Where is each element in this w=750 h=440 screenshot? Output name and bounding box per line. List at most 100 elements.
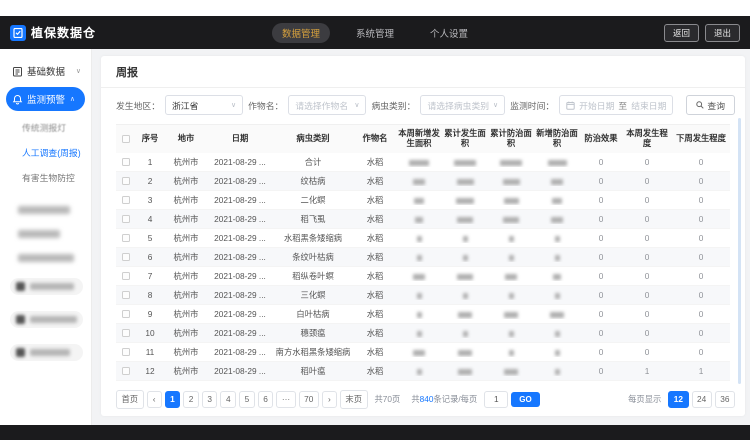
sidebar-subitem[interactable]: 有害生物防控 [0,165,91,190]
cell-date: 2021-08-29 ... [208,366,272,376]
cell-area-redacted [442,328,488,338]
row-checkbox[interactable] [122,348,130,356]
row-checkbox[interactable] [122,158,130,166]
cell-area-redacted [442,271,488,281]
sidebar-redacted-items [0,206,91,262]
page-button-5[interactable]: 5 [239,391,255,408]
page-button-3[interactable]: 3 [202,391,218,408]
page-size-12[interactable]: 12 [668,391,688,408]
nav-item-个人设置[interactable]: 个人设置 [420,23,478,43]
table-row: 2杭州市2021-08-29 ...纹枯病水稻000 [116,172,730,191]
calendar-icon [566,101,575,110]
redacted-number [551,217,563,223]
main-nav: 数据管理系统管理个人设置 [272,23,478,43]
sidebar-group-monitor-warning[interactable]: 监测预警 ∧ [6,87,85,111]
sidebar-redacted-item[interactable] [18,254,74,262]
page-button-2[interactable]: 2 [183,391,199,408]
search-icon [696,101,704,109]
back-button[interactable]: 返回 [664,24,699,42]
page-size-24[interactable]: 24 [692,391,712,408]
row-checkbox[interactable] [122,272,130,280]
sidebar-redacted-icon-item[interactable] [10,344,83,361]
page-button-6[interactable]: 6 [258,391,274,408]
page-button-···[interactable]: ··· [276,391,295,408]
cell-date: 2021-08-29 ... [208,252,272,262]
nav-item-系统管理[interactable]: 系统管理 [346,23,404,43]
go-button[interactable]: GO [511,392,539,407]
nav-item-数据管理[interactable]: 数据管理 [272,23,330,43]
row-checkbox[interactable] [122,215,130,223]
next-page-button[interactable]: › [322,391,337,408]
first-page-button[interactable]: 首页 [116,390,144,409]
row-checkbox[interactable] [122,310,130,318]
select-all-checkbox[interactable] [122,135,130,143]
redacted-number [417,312,422,318]
pagination-bar: 首页 ‹ 123456···70 › 末页 共70页 共840条记录/每页 GO… [101,381,745,409]
page-button-1[interactable]: 1 [165,391,181,408]
page-button-70[interactable]: 70 [299,391,319,408]
redacted-number [417,369,422,375]
redacted-number [457,179,474,185]
row-checkbox[interactable] [122,291,130,299]
row-checkbox-cell [116,215,136,223]
redacted-number [509,331,514,337]
cell-next-week-degree: 0 [672,176,730,186]
cell-area-redacted [396,271,442,281]
row-checkbox[interactable] [122,177,130,185]
cell-date: 2021-08-29 ... [208,214,272,224]
sidebar-redacted-icon-item[interactable] [10,311,83,328]
table-row: 3杭州市2021-08-29 ...二化螟水稻000 [116,191,730,210]
search-button[interactable]: 查询 [686,95,735,115]
column-header: 病虫类别 [272,130,354,148]
cell-area-redacted [442,366,488,376]
page-size-group: 每页显示 122436 [624,391,735,408]
app-title: 植保数据仓 [31,24,96,41]
sidebar-redacted-icon-item[interactable] [10,278,83,295]
app-logo: 植保数据仓 [10,24,96,41]
row-checkbox[interactable] [122,253,130,261]
cell-control-effect: 0 [580,214,622,224]
sidebar-group-basic-data[interactable]: 基础数据 ∨ [0,59,91,83]
last-page-button[interactable]: 末页 [340,390,368,409]
column-header: 防治效果 [580,130,622,148]
redacted-number [417,255,422,261]
pest-select[interactable]: 请选择病虫类别 ∨ [420,95,505,115]
row-checkbox[interactable] [122,234,130,242]
cell-area-redacted [488,328,534,338]
page-size-36[interactable]: 36 [715,391,735,408]
page-button-4[interactable]: 4 [220,391,236,408]
sidebar-subitem[interactable]: 人工调查(周报) [0,140,91,165]
cell-week-degree: 0 [622,347,672,357]
row-checkbox[interactable] [122,367,130,375]
redacted-number [458,312,472,318]
column-header: 下周发生程度 [672,130,730,148]
date-start-placeholder: 开始日期 [579,99,614,112]
cell-area-redacted [442,233,488,243]
cell-area-redacted [396,233,442,243]
cell-date: 2021-08-29 ... [208,176,272,186]
cell-next-week-degree: 0 [672,214,730,224]
redacted-number [509,293,514,299]
date-range-input[interactable]: 开始日期 至 结束日期 [559,95,673,115]
sidebar-redacted-item[interactable] [18,230,60,238]
pest-label: 病虫类别： [371,99,415,112]
cell-city: 杭州市 [164,156,208,168]
sidebar-redacted-item[interactable] [18,206,70,214]
chevron-up-icon: ∧ [70,95,75,103]
row-checkbox[interactable] [122,329,130,337]
sidebar-subitem[interactable]: 传统测报灯 [0,115,91,140]
cell-next-week-degree: 0 [672,271,730,281]
region-select[interactable]: 浙江省 ∨ [165,95,243,115]
prev-page-button[interactable]: ‹ [147,391,162,408]
cell-control-effect: 0 [580,366,622,376]
page-title: 周报 [101,56,745,87]
vertical-scrollbar[interactable] [738,118,741,384]
cell-week-degree: 0 [622,271,672,281]
redacted-number [503,217,519,223]
crop-select[interactable]: 请选择作物名 ∨ [288,95,366,115]
exit-button[interactable]: 退出 [705,24,740,42]
redacted-number [555,369,560,375]
row-checkbox[interactable] [122,196,130,204]
page-jump-input[interactable] [484,391,508,408]
cell-pest: 条纹叶枯病 [272,251,354,263]
